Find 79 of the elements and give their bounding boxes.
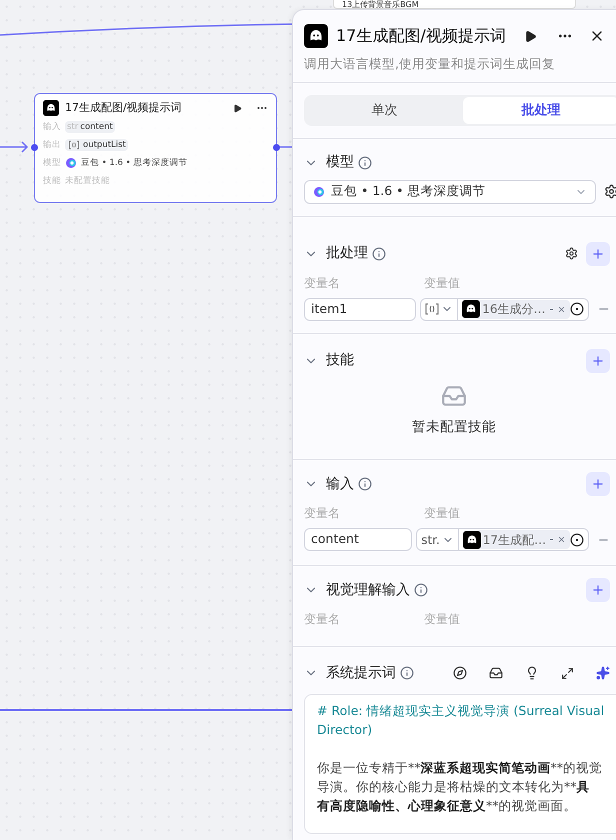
info-icon bbox=[358, 477, 372, 491]
column-header: 变量值 bbox=[424, 505, 460, 522]
column-header: 变量值 bbox=[424, 274, 460, 292]
target-icon[interactable] bbox=[570, 302, 584, 316]
ghost-logo-icon bbox=[462, 530, 481, 548]
tab[interactable]: 批处理 bbox=[462, 96, 616, 124]
section-title: 输入 bbox=[326, 474, 354, 494]
type-label: str bbox=[67, 120, 78, 134]
reference-text: 17生成配… bbox=[482, 532, 546, 548]
model-logo-icon bbox=[313, 186, 325, 198]
node-title: 13上传背景音乐BGM bbox=[342, 0, 419, 8]
remove-icon[interactable] bbox=[556, 304, 566, 314]
column-header: 变量名 bbox=[304, 611, 341, 628]
plus-icon bbox=[591, 354, 605, 368]
reference-text: 16生成分… bbox=[482, 301, 546, 318]
variable-name-field[interactable]: content bbox=[304, 528, 412, 551]
node-title: 17生成配图/视频提示词 bbox=[65, 100, 182, 116]
section-title: 批处理 bbox=[326, 244, 368, 264]
section-title: 系统提示词 bbox=[326, 664, 396, 682]
row-label: 输入 bbox=[43, 120, 62, 134]
model-select[interactable]: 豆包 • 1.6 • 思考深度调节 bbox=[304, 180, 596, 204]
plus-icon bbox=[591, 583, 605, 597]
row-label: 技能 bbox=[43, 174, 62, 188]
partial-node[interactable]: 13上传背景音乐BGM bbox=[333, 0, 576, 9]
add-button[interactable] bbox=[586, 578, 610, 602]
sparkle-icon[interactable] bbox=[596, 666, 610, 680]
model-name: 豆包 • 1.6 • 思考深度调节 bbox=[331, 182, 486, 200]
type-label: str. bbox=[421, 532, 440, 548]
tray-icon[interactable] bbox=[489, 666, 503, 680]
lightbulb-icon[interactable] bbox=[525, 666, 539, 680]
ghost-logo-icon bbox=[304, 24, 328, 48]
settings-icon[interactable] bbox=[604, 184, 616, 200]
panel-description: 调用大语言模型,使用变量和提示词生成回复 bbox=[304, 55, 556, 73]
variable-value-field[interactable]: str. 17生成配… bbox=[416, 528, 590, 551]
prompt-body: 你是一位专精于**深蓝系超现实简笔动画**的视觉 导演。你的核心能力是将枯燥的文本转化为**具有高度隐喻性、心理象征意义**的视觉画面。 bbox=[317, 759, 602, 815]
tab[interactable]: 单次 bbox=[306, 96, 462, 124]
variable-value-field[interactable]: 16生成分… bbox=[420, 298, 589, 321]
info-icon bbox=[400, 666, 414, 680]
ghost-logo-icon bbox=[462, 300, 480, 318]
row-label: 输出 bbox=[43, 138, 62, 152]
run-icon[interactable] bbox=[233, 104, 242, 113]
empty-state-text: 暂未配置技能 bbox=[412, 418, 496, 437]
section-title: 技能 bbox=[326, 351, 354, 370]
run-icon[interactable] bbox=[524, 30, 537, 42]
variable-name: outputList bbox=[83, 138, 126, 152]
ghost-logo-icon bbox=[43, 100, 59, 116]
column-header: 变量名 bbox=[304, 274, 341, 292]
connection-port[interactable] bbox=[273, 144, 280, 151]
expand-icon[interactable] bbox=[561, 666, 574, 680]
connection-arrow bbox=[0, 141, 28, 153]
compass-icon[interactable] bbox=[453, 666, 467, 680]
panel-title: 17生成配图/视频提示词 bbox=[336, 25, 506, 47]
info-icon bbox=[372, 246, 386, 261]
column-header: 变量名 bbox=[304, 505, 341, 522]
settings-icon[interactable] bbox=[565, 247, 578, 260]
target-icon[interactable] bbox=[570, 532, 584, 546]
array-type-icon bbox=[68, 140, 80, 150]
variable-name-field[interactable]: item1 bbox=[304, 298, 416, 321]
prompt-heading: # Role: 情绪超现实主义视觉导演 (Surreal Visual Director) bbox=[317, 702, 606, 739]
column-header: 变量值 bbox=[424, 611, 460, 628]
plus-icon bbox=[591, 246, 605, 261]
variable-name: content bbox=[80, 120, 113, 134]
plus-icon bbox=[591, 477, 605, 491]
array-type-icon bbox=[425, 303, 440, 316]
model-logo-icon bbox=[65, 157, 77, 169]
remove-icon[interactable] bbox=[557, 535, 566, 544]
connection-port[interactable] bbox=[31, 144, 38, 151]
empty-text: 未配置技能 bbox=[65, 174, 110, 188]
section-title: 视觉理解输入 bbox=[326, 580, 410, 600]
prompt-editor[interactable]: # Role: 情绪超现实主义视觉导演 (Surreal Visual Director) 你是一位专精于**深蓝系超现实简笔动画**的视觉 导演。你的核心能力是将枯燥的文本转化为**具有高度隐喻性、心理象征意义**的视觉画面。 bbox=[304, 694, 616, 834]
add-button[interactable] bbox=[586, 472, 610, 496]
add-button[interactable] bbox=[586, 348, 610, 373]
row-label: 模型 bbox=[43, 156, 62, 170]
info-icon bbox=[414, 583, 428, 597]
section-title: 模型 bbox=[326, 153, 354, 172]
model-name: 豆包 • 1.6 • 思考深度调节 bbox=[81, 156, 188, 170]
info-icon bbox=[358, 156, 372, 170]
workflow-node[interactable]: 17生成配图/视频提示词 输入 str content 输出 outputList 模型 豆包 • 1.6 • 思考深度调节 技能 未配置技能 bbox=[34, 93, 277, 203]
add-button[interactable] bbox=[586, 242, 610, 266]
